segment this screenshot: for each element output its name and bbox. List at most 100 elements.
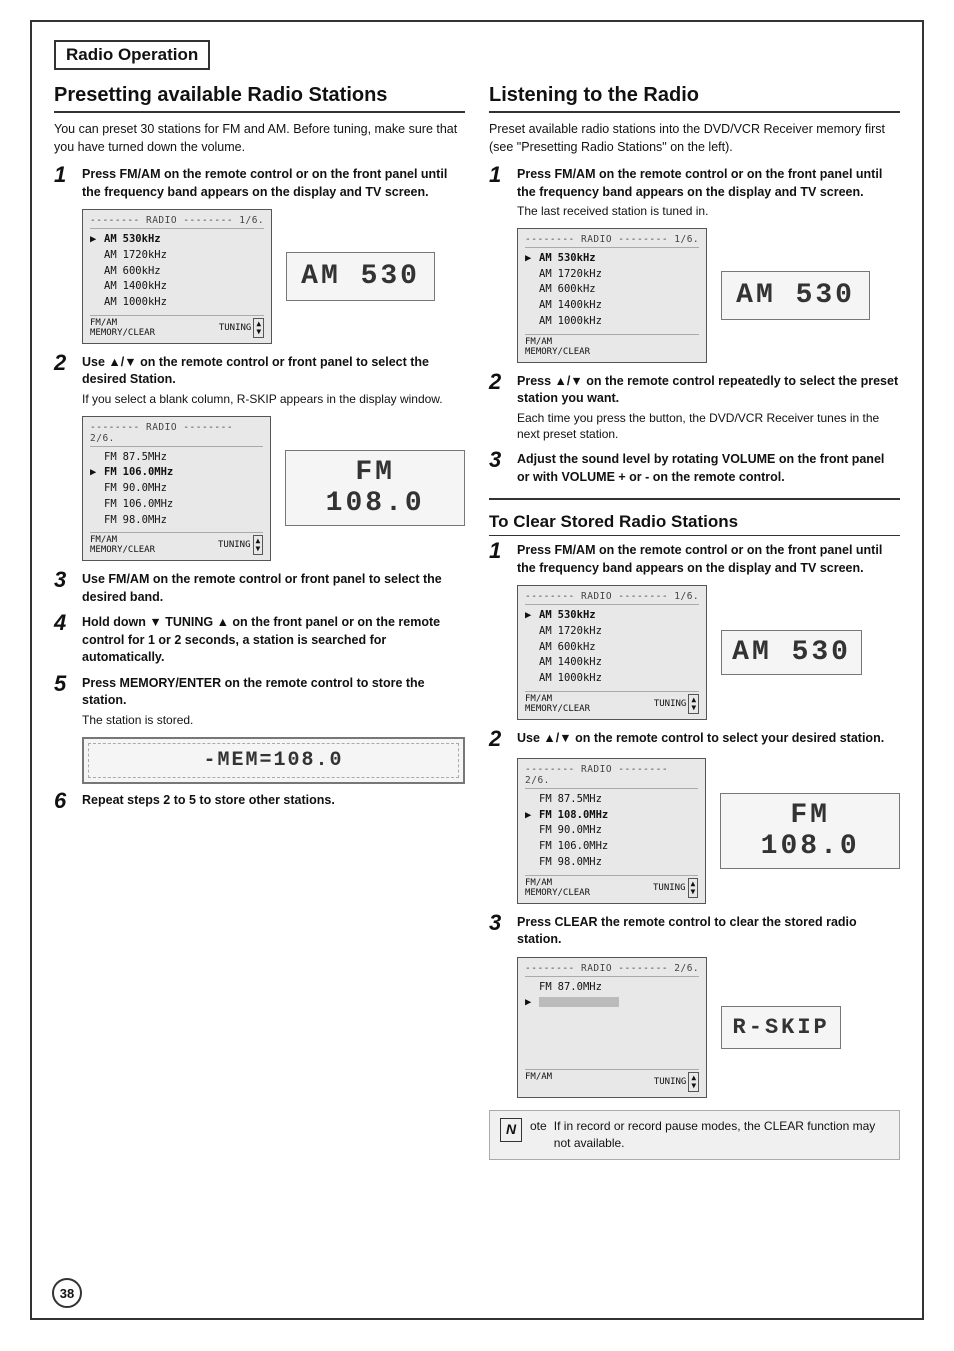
- clear-step-3: 3 Press CLEAR the remote control to clea…: [489, 914, 900, 949]
- listening-step-text-2: Press ▲/▼ on the remote control repeated…: [517, 373, 900, 444]
- step-text-4: Hold down ▼ TUNING ▲ on the front panel …: [82, 614, 465, 667]
- clear-display-2: -------- RADIO -------- 2/6. FM87.5MHz ▶…: [517, 758, 900, 904]
- presetting-display-2: -------- RADIO -------- 2/6. FM87.5MHz ▶…: [82, 416, 465, 562]
- listening-lcd-row-3: AM600kHz: [525, 282, 699, 298]
- listening-seg-1: AM 530: [721, 271, 870, 320]
- clear-lcd2-row-3: FM90.0MHz: [525, 823, 698, 839]
- lcd-footer-1: FM/AMMEMORY/CLEAR TUNING ▲▼: [90, 315, 264, 338]
- clear-lcd-row-5: AM1000kHz: [525, 671, 699, 687]
- clear-lcd2-row-4: FM106.0MHz: [525, 839, 698, 855]
- clear-lcd3-row-1: FM87.0MHz: [525, 980, 699, 996]
- lcd-header-1: -------- RADIO -------- 1/6.: [90, 215, 264, 229]
- clear-seg-1: AM 530: [721, 630, 862, 675]
- listening-lcd-row-2: AM1720kHz: [525, 267, 699, 283]
- clear-step-text-1: Press FM/AM on the remote control or on …: [517, 542, 900, 577]
- lcd-row-1-2: AM1720kHz: [90, 248, 264, 264]
- mem-display-area: -MEM=108.0: [82, 737, 465, 784]
- clear-lcd-footer-1: FM/AMMEMORY/CLEAR TUNING ▲▼: [525, 691, 699, 714]
- clear-step-text-3: Press CLEAR the remote control to clear …: [517, 914, 900, 949]
- listening-step-num-2: 2: [489, 371, 511, 393]
- lcd-row-2-4: FM106.0MHz: [90, 497, 263, 513]
- clear-step-num-2: 2: [489, 728, 511, 750]
- lcd-panel-2: -------- RADIO -------- 2/6. FM87.5MHz ▶…: [82, 416, 271, 562]
- presetting-title: Presetting available Radio Stations: [54, 84, 465, 113]
- clear-lcd2-row-1: FM87.5MHz: [525, 792, 698, 808]
- note-text: If in record or record pause modes, the …: [554, 1118, 889, 1152]
- clear-step-num-3: 3: [489, 912, 511, 934]
- page-number: 38: [52, 1278, 82, 1308]
- step-num-6: 6: [54, 790, 76, 812]
- step-text-6: Repeat steps 2 to 5 to store other stati…: [82, 792, 335, 810]
- seg-display-1: AM 530: [286, 252, 435, 301]
- clear-step-2: 2 Use ▲/▼ on the remote control to selec…: [489, 730, 900, 750]
- clear-lcd-header-1: -------- RADIO -------- 1/6.: [525, 591, 699, 605]
- clear-step-num-1: 1: [489, 540, 511, 562]
- step-num-2: 2: [54, 352, 76, 374]
- step-num-3: 3: [54, 569, 76, 591]
- clear-lcd-row-3: AM600kHz: [525, 640, 699, 656]
- listening-lcd-footer-1: FM/AMMEMORY/CLEAR: [525, 334, 699, 357]
- presetting-display-1: -------- RADIO -------- 1/6. ▶AM530kHz A…: [82, 209, 465, 344]
- clear-lcd-header-2: -------- RADIO -------- 2/6.: [525, 764, 698, 789]
- clear-lcd-row-4: AM1400kHz: [525, 655, 699, 671]
- step-text-5: Press MEMORY/ENTER on the remote control…: [82, 675, 465, 729]
- listening-lcd-row-1: ▶AM530kHz: [525, 251, 699, 267]
- presetting-intro: You can preset 30 stations for FM and AM…: [54, 121, 465, 156]
- lcd-row-2-5: FM98.0MHz: [90, 513, 263, 529]
- clear-lcd3-row-2: ▶: [525, 995, 699, 1011]
- presetting-step-1: 1 Press FM/AM on the remote control or o…: [54, 166, 465, 201]
- note-suffix: ote: [530, 1118, 550, 1152]
- corner-bl: [30, 1302, 48, 1320]
- step-text-2: Use ▲/▼ on the remote control or front p…: [82, 354, 465, 408]
- listening-lcd-row-5: AM1000kHz: [525, 314, 699, 330]
- listening-step-1: 1 Press FM/AM on the remote control or o…: [489, 166, 900, 220]
- clear-lcd-row-1: ▶AM530kHz: [525, 608, 699, 624]
- step-text-1: Press FM/AM on the remote control or on …: [82, 166, 465, 201]
- step-num-1: 1: [54, 164, 76, 186]
- lcd-row-1-4: AM1400kHz: [90, 279, 264, 295]
- lcd3-empty-1: [525, 1011, 699, 1029]
- presetting-step-5: 5 Press MEMORY/ENTER on the remote contr…: [54, 675, 465, 729]
- note-icon: N: [500, 1118, 522, 1142]
- listening-step-text-1: Press FM/AM on the remote control or on …: [517, 166, 900, 220]
- note-box: N ote If in record or record pause modes…: [489, 1110, 900, 1160]
- presetting-step-2: 2 Use ▲/▼ on the remote control or front…: [54, 354, 465, 408]
- presetting-step-4: 4 Hold down ▼ TUNING ▲ on the front pane…: [54, 614, 465, 667]
- presetting-step-3: 3 Use FM/AM on the remote control or fro…: [54, 571, 465, 606]
- seg-display-mem: -MEM=108.0: [82, 737, 465, 784]
- step-num-5: 5: [54, 673, 76, 695]
- clear-lcd-header-3: -------- RADIO -------- 2/6.: [525, 963, 699, 977]
- listening-display-1: -------- RADIO -------- 1/6. ▶AM530kHz A…: [517, 228, 900, 363]
- page-border: Radio Operation Presetting available Rad…: [30, 20, 924, 1320]
- listening-step-3: 3 Adjust the sound level by rotating VOL…: [489, 451, 900, 486]
- step-text-3: Use FM/AM on the remote control or front…: [82, 571, 465, 606]
- clear-display-1: -------- RADIO -------- 1/6. ▶AM530kHz A…: [517, 585, 900, 720]
- listening-step-text-3: Adjust the sound level by rotating VOLUM…: [517, 451, 900, 486]
- corner-tl: [30, 20, 48, 38]
- clear-display-3: -------- RADIO -------- 2/6. FM87.0MHz ▶…: [517, 957, 900, 1099]
- listening-step-2: 2 Press ▲/▼ on the remote control repeat…: [489, 373, 900, 444]
- section-title: Radio Operation: [54, 40, 210, 70]
- clear-lcd2-row-5: FM98.0MHz: [525, 855, 698, 871]
- lcd3-empty-3: [525, 1047, 699, 1065]
- step-num-4: 4: [54, 612, 76, 634]
- lcd-panel-1: -------- RADIO -------- 1/6. ▶AM530kHz A…: [82, 209, 272, 344]
- lcd-row-2-1: FM87.5MHz: [90, 450, 263, 466]
- presetting-step-6: 6 Repeat steps 2 to 5 to store other sta…: [54, 792, 465, 812]
- right-column: Listening to the Radio Preset available …: [489, 84, 900, 1160]
- lcd-footer-2: FM/AMMEMORY/CLEAR TUNING ▲▼: [90, 532, 263, 555]
- clear-lcd2-row-2: ▶FM108.0MHz: [525, 808, 698, 824]
- listening-intro: Preset available radio stations into the…: [489, 121, 900, 156]
- clear-step-text-2: Use ▲/▼ on the remote control to select …: [517, 730, 884, 748]
- listening-step-num-3: 3: [489, 449, 511, 471]
- clear-lcd-row-2: AM1720kHz: [525, 624, 699, 640]
- seg-display-2: FM 108.0: [285, 450, 465, 526]
- clear-lcd-footer-3: FM/AM TUNING ▲▼: [525, 1069, 699, 1092]
- listening-lcd-header-1: -------- RADIO -------- 1/6.: [525, 234, 699, 248]
- lcd-row-2-2: ▶FM106.0MHz: [90, 465, 263, 481]
- clear-lcd-3: -------- RADIO -------- 2/6. FM87.0MHz ▶…: [517, 957, 707, 1099]
- lcd-row-1-5: AM1000kHz: [90, 295, 264, 311]
- lcd-row-1-1: ▶AM530kHz: [90, 232, 264, 248]
- clear-step-1: 1 Press FM/AM on the remote control or o…: [489, 542, 900, 577]
- lcd-row-2-3: FM90.0MHz: [90, 481, 263, 497]
